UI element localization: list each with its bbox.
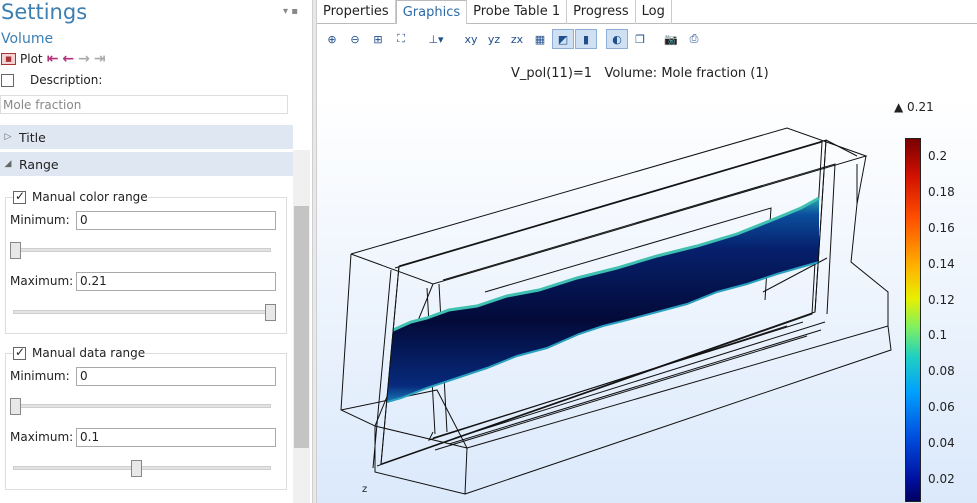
render-icon[interactable]: ◩ <box>552 29 574 49</box>
plot-button[interactable]: Plot <box>20 52 43 66</box>
transparency-icon[interactable]: ❐ <box>629 29 651 49</box>
settings-panel: Settings ▾ ▪ Volume ■ Plot ⇤ ← → ⇥ Descr… <box>0 0 312 503</box>
data-max-input[interactable]: 0.1 <box>76 428 276 447</box>
plot-last-icon[interactable]: ⇥ <box>94 51 106 67</box>
settings-title: Settings <box>1 0 88 24</box>
data-max-slider-handle[interactable] <box>131 460 142 477</box>
scene-light-icon[interactable]: ◐ <box>606 29 628 49</box>
data-min-input[interactable]: 0 <box>76 367 276 386</box>
data-range-header: Manual data range <box>13 345 146 360</box>
color-min-label: Minimum: <box>10 213 70 227</box>
color-min-input[interactable]: 0 <box>76 211 276 230</box>
section-title-label: Title <box>19 129 46 145</box>
panel-controls[interactable]: ▾ ▪ <box>283 6 298 17</box>
xy-view-icon[interactable]: xy <box>460 29 482 49</box>
color-range-header: Manual color range <box>13 189 148 204</box>
tab-probe-table[interactable]: Probe Table 1 <box>467 0 568 24</box>
zoom-extents-icon[interactable]: ⛶ <box>390 29 412 49</box>
geometry-view <box>340 127 892 495</box>
data-range-checkbox[interactable] <box>13 345 26 360</box>
description-field[interactable]: Mole fraction <box>0 95 288 114</box>
section-range[interactable]: ◢ Range <box>0 152 293 176</box>
colorbar-toggle-icon[interactable]: ▮ <box>575 29 597 49</box>
tab-bar: Properties Graphics Probe Table 1 Progre… <box>317 0 977 24</box>
color-min-slider[interactable] <box>13 248 271 252</box>
data-max-slider[interactable] <box>13 466 271 470</box>
plot-toolbar: ■ Plot ⇤ ← → ⇥ <box>1 50 106 68</box>
color-min-slider-handle[interactable] <box>10 242 21 259</box>
plot-next-icon[interactable]: → <box>78 51 90 67</box>
color-max-slider[interactable] <box>13 310 271 314</box>
description-label: Description: <box>30 73 103 87</box>
data-min-slider[interactable] <box>13 404 271 408</box>
axis-orientation-icon[interactable]: ⊥▾ <box>421 29 451 49</box>
colorbar-tick: 0.1 <box>928 328 948 342</box>
camera-icon[interactable]: 📷 <box>660 29 682 49</box>
axis-triad-z-label: z <box>362 484 368 495</box>
data-min-slider-handle[interactable] <box>10 398 21 415</box>
plot-previous-icon[interactable]: ← <box>62 51 74 67</box>
zx-view-icon[interactable]: zx <box>506 29 528 49</box>
data-range-label: Manual data range <box>32 346 146 360</box>
tab-graphics[interactable]: Graphics <box>395 0 468 24</box>
zoom-out-icon[interactable]: ⊖ <box>344 29 366 49</box>
node-type-label: Volume <box>1 31 54 47</box>
graphics-toolbar: ⊕ ⊖ ⊞ ⛶ ⊥▾ xy yz zx ▦ ◩ ▮ ◐ ❐ 📷 ⎙ <box>317 27 977 51</box>
graphics-canvas[interactable]: V_pol(11)=1 Volume: Mole fraction (1) ▲ … <box>317 52 977 503</box>
colorbar-tick: 0.12 <box>928 293 955 307</box>
print-icon[interactable]: ⎙ <box>683 29 705 49</box>
section-range-label: Range <box>19 156 59 172</box>
color-max-input[interactable]: 0.21 <box>76 272 276 291</box>
tab-progress[interactable]: Progress <box>567 0 636 24</box>
plot-icon[interactable]: ■ <box>1 53 16 65</box>
colorbar-tick: 0.16 <box>928 221 955 235</box>
yz-view-icon[interactable]: yz <box>483 29 505 49</box>
color-max-slider-handle[interactable] <box>265 304 276 321</box>
settings-scrollbar[interactable] <box>293 150 310 503</box>
section-title[interactable]: ▷ Title <box>0 125 293 149</box>
colorbar <box>905 138 921 502</box>
zoom-in-icon[interactable]: ⊕ <box>321 29 343 49</box>
colorbar-tick: 0.18 <box>928 185 955 199</box>
colorbar-max-label: ▲ 0.21 <box>894 100 934 114</box>
color-range-label: Manual color range <box>32 190 148 204</box>
tab-log[interactable]: Log <box>636 0 672 24</box>
plot-first-icon[interactable]: ⇤ <box>47 51 59 67</box>
graphics-window: Properties Graphics Probe Table 1 Progre… <box>317 0 977 503</box>
zoom-box-icon[interactable]: ⊞ <box>367 29 389 49</box>
color-range-checkbox[interactable] <box>13 189 26 204</box>
grid-icon[interactable]: ▦ <box>529 29 551 49</box>
description-row: Description: <box>1 73 102 87</box>
expand-icon: ▷ <box>4 132 12 142</box>
colorbar-tick: 0.14 <box>928 257 955 271</box>
colorbar-tick: 0.04 <box>928 436 955 450</box>
scrollbar-thumb[interactable] <box>294 206 309 448</box>
tab-properties[interactable]: Properties <box>317 0 396 24</box>
data-max-label: Maximum: <box>10 430 74 444</box>
data-min-label: Minimum: <box>10 369 70 383</box>
colorbar-tick: 0.08 <box>928 364 955 378</box>
description-checkbox[interactable] <box>1 73 14 87</box>
colorbar-tick: 0.2 <box>928 149 948 163</box>
collapse-icon: ◢ <box>4 159 12 169</box>
colorbar-tick: 0.02 <box>928 472 955 486</box>
color-max-label: Maximum: <box>10 274 74 288</box>
colorbar-tick: 0.06 <box>928 400 955 414</box>
